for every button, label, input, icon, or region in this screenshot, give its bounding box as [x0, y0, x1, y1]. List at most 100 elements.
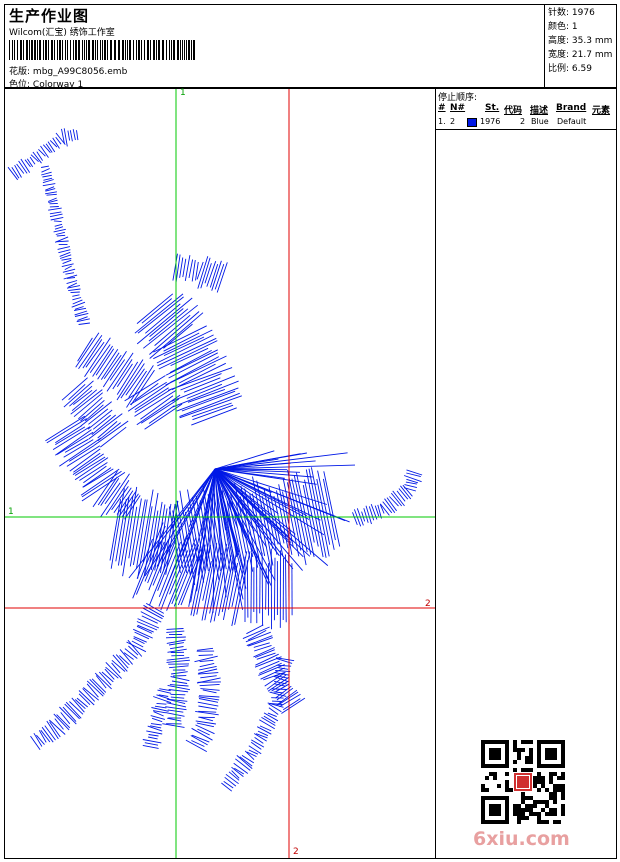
stop-row[interactable]: 1. 2 1976 2 Blue Default — [436, 116, 616, 130]
stitch — [73, 129, 75, 140]
stat-height: 高度: 35.3 mm — [548, 34, 613, 48]
stitch — [85, 405, 103, 421]
embroidery-preview — [5, 89, 435, 858]
stitch — [121, 364, 144, 399]
stitch — [55, 227, 63, 230]
stitch — [262, 553, 263, 626]
stitch — [54, 229, 66, 232]
stitch — [90, 679, 105, 694]
row-desc: Blue — [531, 117, 549, 126]
stitch — [225, 777, 236, 786]
stitch — [146, 731, 162, 734]
col-desc: 描述 — [530, 103, 548, 116]
stitch — [200, 663, 215, 666]
stitch — [286, 555, 287, 623]
stitch — [62, 259, 72, 261]
stitch — [180, 258, 183, 278]
stitch — [70, 130, 72, 141]
stitch — [64, 381, 94, 407]
stitch — [155, 706, 166, 708]
stitch — [246, 632, 271, 642]
design-canvas[interactable]: 1 1 2 2 — [4, 88, 436, 859]
stitch — [53, 427, 90, 450]
stitch — [41, 172, 51, 175]
stitch — [67, 281, 78, 284]
stitch — [247, 636, 272, 646]
stitch — [53, 138, 60, 149]
stitch — [57, 235, 65, 236]
col-n: N# — [450, 103, 465, 113]
stitch — [56, 232, 65, 234]
stitch — [79, 335, 102, 369]
stitch — [93, 415, 111, 429]
stitch — [50, 214, 63, 217]
row-n: 2 — [450, 117, 455, 126]
stitch — [72, 295, 79, 297]
stitch — [43, 184, 56, 186]
stitch — [152, 718, 162, 721]
stitch — [131, 370, 155, 405]
stitch — [92, 415, 116, 435]
stitch — [407, 470, 423, 475]
stitch — [143, 740, 162, 743]
qr-code — [481, 740, 565, 824]
stitch — [183, 259, 186, 277]
stitch — [141, 399, 179, 423]
stitch — [200, 660, 214, 661]
stitch — [149, 406, 174, 424]
stitch — [157, 703, 167, 704]
stitch — [253, 648, 274, 658]
watermark: 6xiu.com — [473, 828, 570, 850]
stitch — [167, 660, 190, 662]
stitch — [47, 194, 57, 195]
stitch — [274, 558, 275, 620]
design-line: 花版: mbg_A99C8056.emb — [9, 64, 127, 77]
stitch — [166, 713, 185, 717]
stitch — [397, 491, 405, 501]
stitch — [170, 685, 189, 686]
stitch — [55, 427, 85, 445]
stitch — [278, 668, 288, 670]
stitch — [42, 169, 50, 173]
stitch — [171, 697, 184, 698]
stitch — [169, 690, 188, 692]
stitch — [247, 560, 248, 617]
stitch — [172, 376, 235, 402]
stitch — [172, 681, 187, 684]
stitch — [47, 419, 87, 443]
stitch — [65, 273, 74, 275]
col-code: 代码 — [504, 103, 522, 116]
stitch — [251, 553, 252, 623]
stitch — [203, 690, 217, 693]
stitch — [95, 673, 111, 689]
stitch — [198, 706, 217, 709]
stitch — [197, 729, 209, 735]
stitch — [171, 694, 186, 695]
stitch — [171, 672, 188, 674]
stitch — [68, 289, 80, 291]
design-name: mbg_A99C8056.emb — [33, 67, 127, 77]
stat-stitches: 针数: 1976 — [548, 6, 613, 20]
stitch — [112, 663, 121, 673]
stitch — [180, 393, 240, 416]
stitch — [389, 497, 398, 507]
stitch — [200, 676, 216, 678]
stitch — [113, 359, 132, 389]
stitch — [169, 666, 188, 668]
stitch — [221, 783, 231, 791]
stitch — [127, 365, 154, 407]
stitch — [199, 655, 213, 656]
col-num: # — [438, 103, 446, 113]
stitch — [58, 247, 70, 250]
stitch — [274, 692, 284, 693]
stitch — [93, 471, 117, 507]
stitch — [142, 616, 158, 623]
stitch — [149, 735, 159, 737]
page-title: 生产作业图 — [9, 5, 89, 26]
stitch — [58, 250, 70, 253]
stat-colors: 颜色: 1 — [548, 20, 613, 34]
stitch — [142, 608, 162, 619]
stitch — [148, 737, 158, 739]
stitch — [98, 423, 121, 441]
stitch — [199, 696, 219, 697]
